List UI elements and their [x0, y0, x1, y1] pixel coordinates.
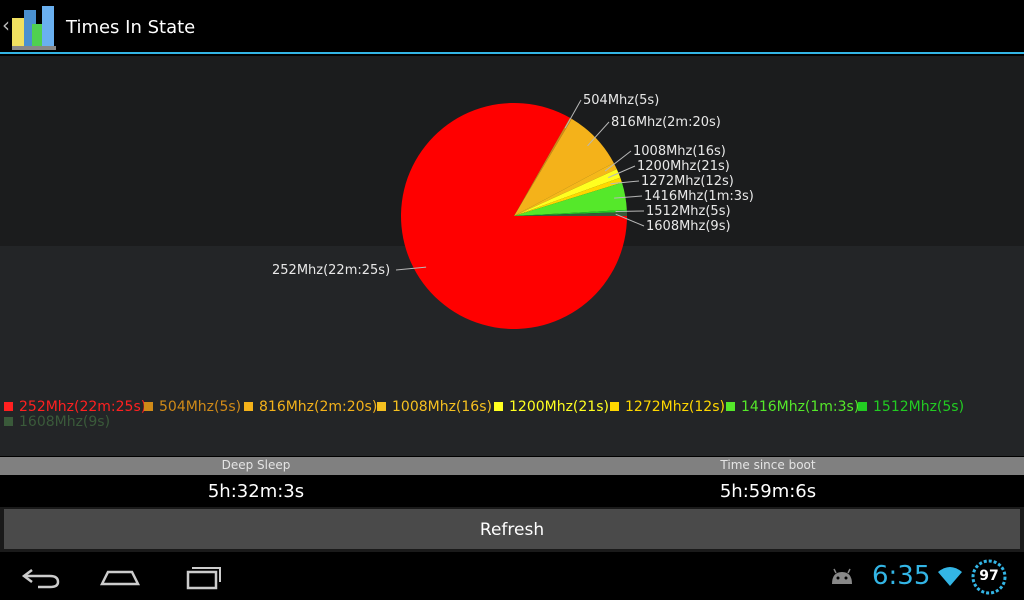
- legend-item: 504Mhz(5s): [144, 400, 241, 415]
- legend-swatch: [144, 401, 153, 411]
- deep-sleep-label: Deep Sleep: [221, 458, 291, 472]
- pie-chart: 252Mhz(22m:25s) 504Mhz(5s) 816Mhz(2m:20s) 1…: [272, 93, 754, 329]
- legend-item: 1416Mhz(1m:3s): [726, 400, 859, 415]
- slice-label: 1416Mhz(1m:3s): [644, 189, 754, 204]
- legend-item: 1200Mhz(21s): [494, 400, 609, 415]
- legend-swatch: [858, 401, 867, 411]
- page-title: Times In State: [66, 17, 196, 38]
- boot-time-label: Time since boot: [720, 458, 816, 472]
- slice-label: 816Mhz(2m:20s): [611, 115, 721, 130]
- chevron-left-icon[interactable]: ‹: [2, 13, 10, 37]
- legend-label: 1008Mhz(16s): [392, 399, 492, 415]
- stats-values: 5h:32m:3s 5h:59m:6s: [0, 475, 1024, 507]
- legend-label: 252Mhz(22m:25s): [19, 399, 147, 415]
- legend-swatch: [377, 401, 386, 411]
- wifi-icon: [938, 567, 962, 586]
- android-icon: [832, 568, 852, 584]
- legend-item: 1512Mhz(5s): [858, 400, 964, 415]
- action-bar: ‹ Times In State: [0, 0, 1024, 54]
- legend-label: 816Mhz(2m:20s): [259, 399, 378, 415]
- legend-label: 1608Mhz(9s): [19, 414, 111, 430]
- slice-label: 504Mhz(5s): [583, 93, 659, 108]
- legend-item: 1008Mhz(16s): [377, 400, 492, 415]
- legend-swatch: [494, 401, 503, 411]
- refresh-button[interactable]: Refresh: [4, 509, 1020, 549]
- refresh-bar: Refresh: [0, 507, 1024, 552]
- slice-label: 1008Mhz(16s): [633, 144, 726, 159]
- stats-header: Deep Sleep Time since boot: [0, 457, 1024, 475]
- chart-bars-icon[interactable]: [10, 4, 60, 52]
- legend-item: 252Mhz(22m:25s): [4, 400, 146, 415]
- slice-label: 1608Mhz(9s): [646, 219, 731, 234]
- recents-icon[interactable]: [172, 560, 232, 592]
- boot-time-value: 5h:59m:6s: [719, 481, 817, 502]
- system-nav-bar: 6:35 97: [0, 552, 1024, 600]
- legend-swatch: [244, 401, 253, 411]
- deep-sleep-value: 5h:32m:3s: [207, 481, 305, 502]
- legend-swatch: [4, 416, 13, 426]
- legend-swatch: [610, 401, 619, 411]
- legend-item: 1272Mhz(12s): [610, 400, 725, 415]
- legend-swatch: [726, 401, 735, 411]
- slice-label: 252Mhz(22m:25s): [272, 263, 390, 278]
- slice-label: 1200Mhz(21s): [637, 159, 730, 174]
- battery-level: 97: [979, 568, 999, 584]
- status-clock: 6:35: [872, 561, 931, 591]
- legend-swatch: [4, 401, 13, 411]
- legend-label: 504Mhz(5s): [159, 399, 242, 415]
- legend-label: 1512Mhz(5s): [873, 399, 965, 415]
- legend-item: 816Mhz(2m:20s): [244, 400, 377, 415]
- legend-item: 1608Mhz(9s): [4, 415, 110, 430]
- legend-label: 1200Mhz(21s): [509, 399, 609, 415]
- legend-label: 1272Mhz(12s): [625, 399, 725, 415]
- home-icon[interactable]: [90, 560, 150, 592]
- slice-label: 1272Mhz(12s): [641, 174, 734, 189]
- slice-label: 1512Mhz(5s): [646, 204, 731, 219]
- back-icon[interactable]: [10, 560, 70, 592]
- legend-label: 1416Mhz(1m:3s): [741, 399, 860, 415]
